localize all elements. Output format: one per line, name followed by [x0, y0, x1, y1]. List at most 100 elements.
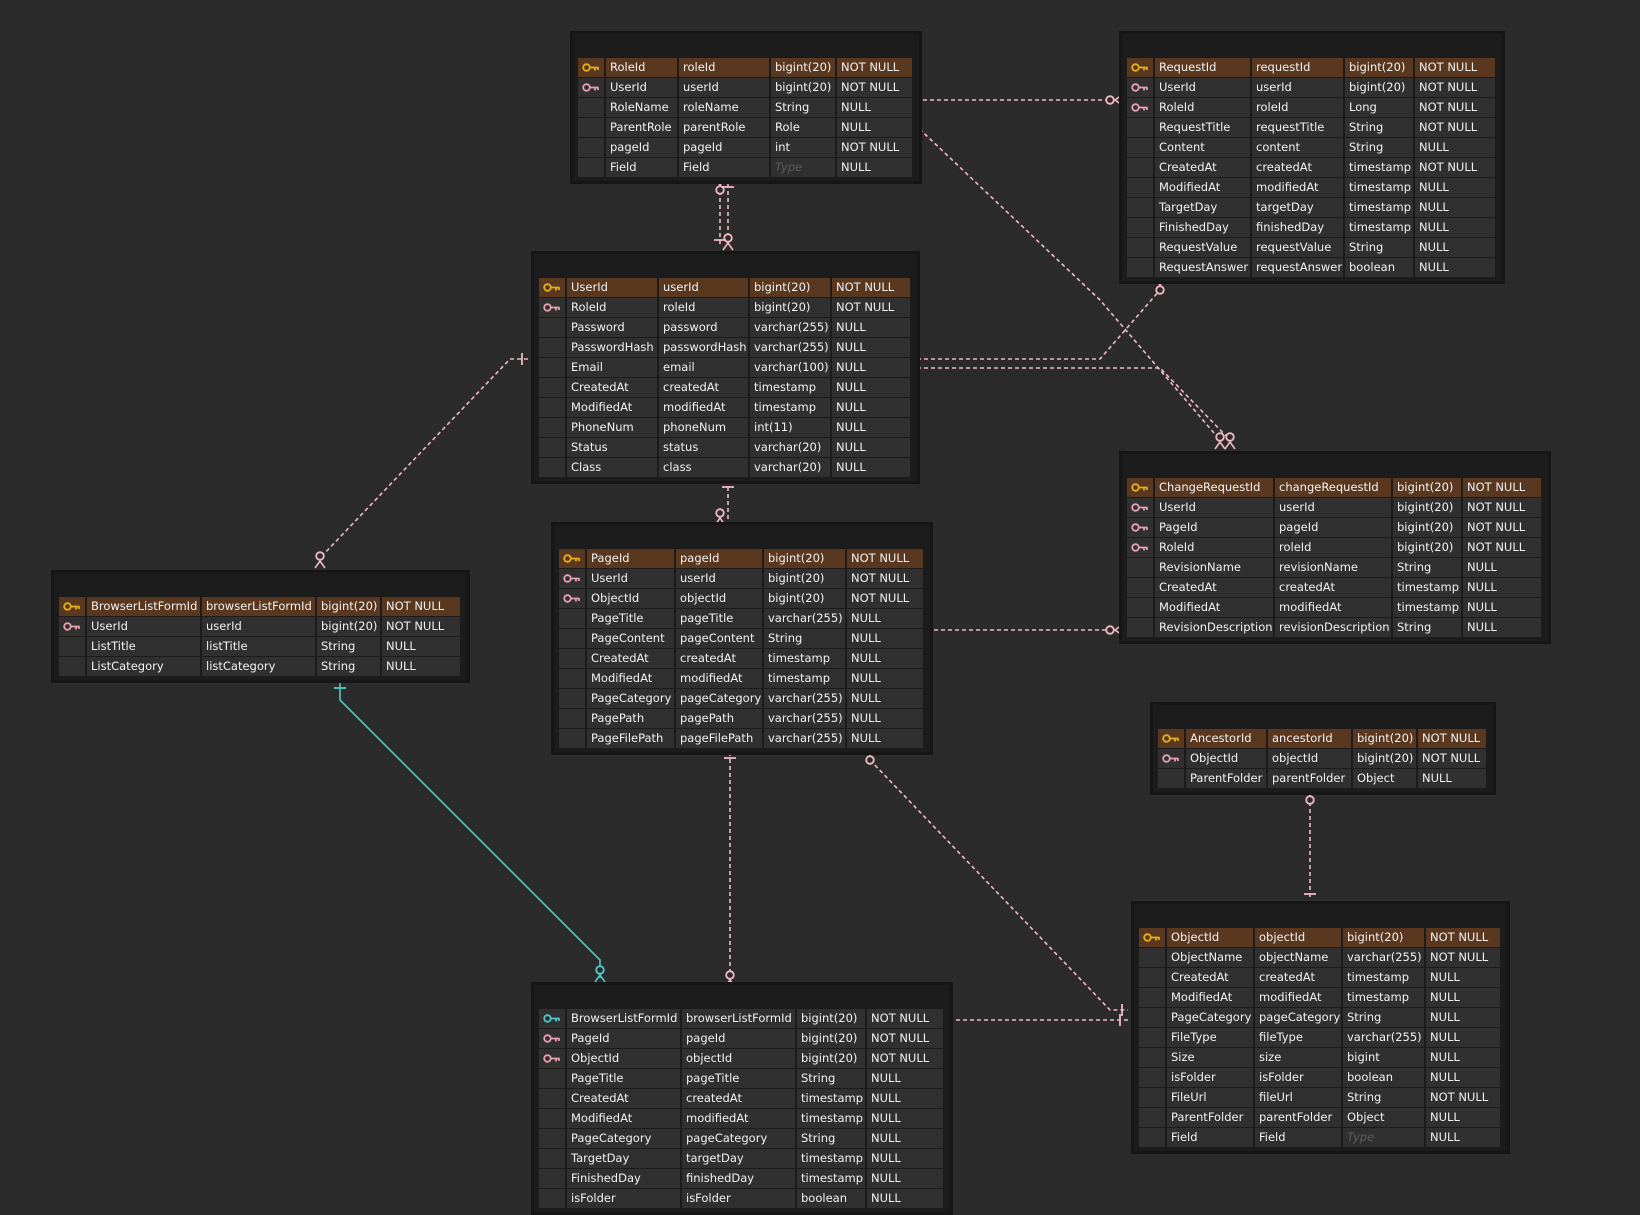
- column-nullability[interactable]: NULL: [867, 1089, 945, 1109]
- column-field[interactable]: roleId: [679, 58, 771, 78]
- column-row[interactable]: ModifiedAt modifiedAt timestamp NULL: [539, 1109, 945, 1129]
- column-nullability[interactable]: NULL: [1426, 1068, 1502, 1088]
- column-row[interactable]: RoleId roleId bigint(20) NOT NULL: [1127, 538, 1543, 558]
- column-type[interactable]: bigint(20): [764, 549, 847, 569]
- column-row[interactable]: PageTitle pageTitle varchar(255) NULL: [559, 609, 925, 629]
- column-type[interactable]: bigint(20): [771, 58, 837, 78]
- column-nullability[interactable]: NULL: [1415, 238, 1497, 258]
- entity-header[interactable]: [534, 254, 917, 278]
- column-name[interactable]: FinishedDay: [567, 1169, 682, 1189]
- column-row[interactable]: UserId userId bigint(20) NOT NULL: [559, 569, 925, 589]
- column-name[interactable]: TargetDay: [567, 1149, 682, 1169]
- column-type[interactable]: timestamp: [1393, 578, 1463, 598]
- column-nullability[interactable]: NULL: [382, 637, 462, 657]
- column-row[interactable]: ParentRole parentRole Role NULL: [578, 118, 914, 138]
- column-name[interactable]: FileUrl: [1167, 1088, 1255, 1108]
- column-type[interactable]: String: [1345, 238, 1415, 258]
- column-row[interactable]: UserId userId bigint(20) NOT NULL: [1127, 498, 1543, 518]
- column-name[interactable]: Field: [1167, 1128, 1255, 1148]
- column-field[interactable]: pageCategory: [676, 689, 764, 709]
- column-name[interactable]: CreatedAt: [587, 649, 676, 669]
- column-field[interactable]: pageCategory: [1255, 1008, 1343, 1028]
- column-nullability[interactable]: NULL: [1426, 1048, 1502, 1068]
- column-type[interactable]: Type: [1343, 1128, 1426, 1148]
- column-nullability[interactable]: NULL: [867, 1169, 945, 1189]
- relationship-user-wikipage[interactable]: [714, 480, 734, 526]
- column-nullability[interactable]: NOT NULL: [1418, 749, 1488, 769]
- column-row[interactable]: RevisionName revisionName String NULL: [1127, 558, 1543, 578]
- column-name[interactable]: Class: [567, 458, 659, 478]
- column-name[interactable]: RequestAnswer: [1155, 258, 1252, 278]
- column-nullability[interactable]: NULL: [1415, 138, 1497, 158]
- column-nullability[interactable]: NOT NULL: [867, 1029, 945, 1049]
- column-type[interactable]: String: [797, 1069, 867, 1089]
- column-nullability[interactable]: NULL: [832, 338, 912, 358]
- column-row[interactable]: RevisionDescription revisionDescription St…: [1127, 618, 1543, 638]
- column-nullability[interactable]: NOT NULL: [1426, 928, 1502, 948]
- column-row[interactable]: ModifiedAt modifiedAt timestamp NULL: [1127, 598, 1543, 618]
- column-name[interactable]: Field: [606, 158, 679, 178]
- column-field[interactable]: status: [659, 438, 750, 458]
- column-nullability[interactable]: NULL: [1415, 258, 1497, 278]
- column-name[interactable]: ModifiedAt: [567, 1109, 682, 1129]
- column-name[interactable]: PageContent: [587, 629, 676, 649]
- column-nullability[interactable]: NULL: [1415, 178, 1497, 198]
- column-type[interactable]: String: [1345, 118, 1415, 138]
- column-field[interactable]: modifiedAt: [676, 669, 764, 689]
- entity-request[interactable]: RequestId requestId bigint(20) NOT NULL User…: [1119, 31, 1505, 284]
- column-nullability[interactable]: NULL: [1415, 218, 1497, 238]
- column-name[interactable]: PageId: [587, 549, 676, 569]
- column-nullability[interactable]: NULL: [1463, 598, 1543, 618]
- column-type[interactable]: int: [771, 138, 837, 158]
- column-nullability[interactable]: NOT NULL: [837, 78, 914, 98]
- column-field[interactable]: revisionDescription: [1275, 618, 1393, 638]
- column-nullability[interactable]: NULL: [847, 609, 925, 629]
- column-type[interactable]: varchar(255): [1343, 948, 1426, 968]
- column-type[interactable]: timestamp: [750, 398, 832, 418]
- column-row[interactable]: ObjectId objectId bigint(20) NOT NULL: [559, 589, 925, 609]
- column-nullability[interactable]: NOT NULL: [847, 589, 925, 609]
- column-type[interactable]: String: [1393, 558, 1463, 578]
- column-field[interactable]: userId: [1252, 78, 1345, 98]
- relationship-user-browserlistform[interactable]: [314, 353, 528, 569]
- column-nullability[interactable]: NULL: [1426, 968, 1502, 988]
- column-row[interactable]: PhoneNum phoneNum int(11) NULL: [539, 418, 912, 438]
- column-field[interactable]: objectId: [1255, 928, 1343, 948]
- relationship-wikipage-browserlist[interactable]: [724, 752, 736, 988]
- column-field[interactable]: modifiedAt: [682, 1109, 797, 1129]
- column-field[interactable]: finishedDay: [682, 1169, 797, 1189]
- column-field[interactable]: modifiedAt: [1255, 988, 1343, 1008]
- column-type[interactable]: bigint(20): [1393, 478, 1463, 498]
- column-name[interactable]: CreatedAt: [1167, 968, 1255, 988]
- column-row[interactable]: TargetDay targetDay timestamp NULL: [539, 1149, 945, 1169]
- column-row[interactable]: Field Field Type NULL: [578, 158, 914, 178]
- column-name[interactable]: isFolder: [567, 1189, 682, 1209]
- column-row[interactable]: PageTitle pageTitle String NULL: [539, 1069, 945, 1089]
- column-row[interactable]: ListCategory listCategory String NULL: [59, 657, 462, 677]
- column-nullability[interactable]: NULL: [867, 1109, 945, 1129]
- column-nullability[interactable]: NULL: [832, 418, 912, 438]
- column-name[interactable]: CreatedAt: [567, 1089, 682, 1109]
- column-type[interactable]: bigint(20): [764, 569, 847, 589]
- entity-role[interactable]: RoleId roleId bigint(20) NOT NULL UserId user…: [570, 31, 922, 184]
- column-type[interactable]: String: [764, 629, 847, 649]
- column-field[interactable]: roleId: [1252, 98, 1345, 118]
- relationship-object-browserlist[interactable]: [935, 1014, 1128, 1026]
- column-nullability[interactable]: NULL: [847, 729, 925, 749]
- column-name[interactable]: CreatedAt: [1155, 158, 1252, 178]
- column-type[interactable]: String: [797, 1129, 867, 1149]
- column-field[interactable]: createdAt: [659, 378, 750, 398]
- column-type[interactable]: bigint(20): [1353, 749, 1418, 769]
- column-nullability[interactable]: NULL: [1463, 558, 1543, 578]
- column-field[interactable]: pageId: [676, 549, 764, 569]
- column-name[interactable]: Status: [567, 438, 659, 458]
- column-field[interactable]: objectId: [676, 589, 764, 609]
- column-field[interactable]: changeRequestId: [1275, 478, 1393, 498]
- column-name[interactable]: ChangeRequestId: [1155, 478, 1275, 498]
- column-nullability[interactable]: NULL: [1463, 618, 1543, 638]
- column-name[interactable]: FileType: [1167, 1028, 1255, 1048]
- column-row[interactable]: isFolder isFolder boolean NULL: [539, 1189, 945, 1209]
- relationship-object-ancestors[interactable]: [1304, 787, 1316, 900]
- column-row[interactable]: ParentFolder parentFolder Object NULL: [1158, 769, 1488, 789]
- column-row[interactable]: ParentFolder parentFolder Object NULL: [1139, 1108, 1502, 1128]
